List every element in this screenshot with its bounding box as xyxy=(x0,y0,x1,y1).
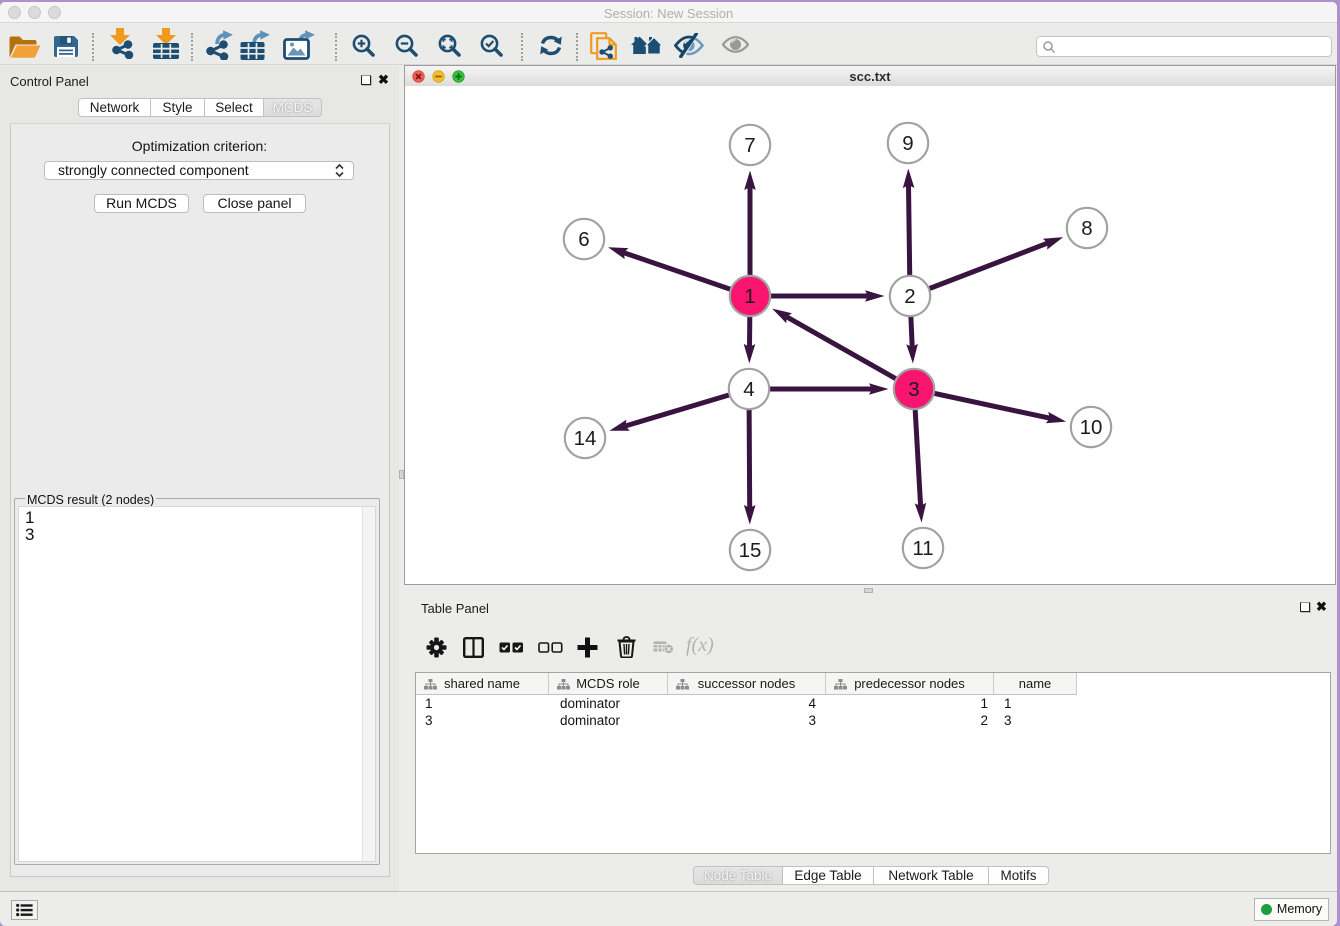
svg-text:6: 6 xyxy=(578,228,589,251)
svg-text:10: 10 xyxy=(1080,416,1103,439)
svg-text:14: 14 xyxy=(574,427,597,450)
svg-text:4: 4 xyxy=(743,378,754,401)
svg-text:11: 11 xyxy=(912,537,933,560)
svg-text:15: 15 xyxy=(739,539,762,562)
svg-text:8: 8 xyxy=(1081,217,1092,240)
svg-text:2: 2 xyxy=(904,285,915,308)
svg-text:3: 3 xyxy=(908,378,919,401)
svg-text:7: 7 xyxy=(744,134,755,157)
svg-text:9: 9 xyxy=(902,132,913,155)
svg-text:1: 1 xyxy=(744,285,755,308)
